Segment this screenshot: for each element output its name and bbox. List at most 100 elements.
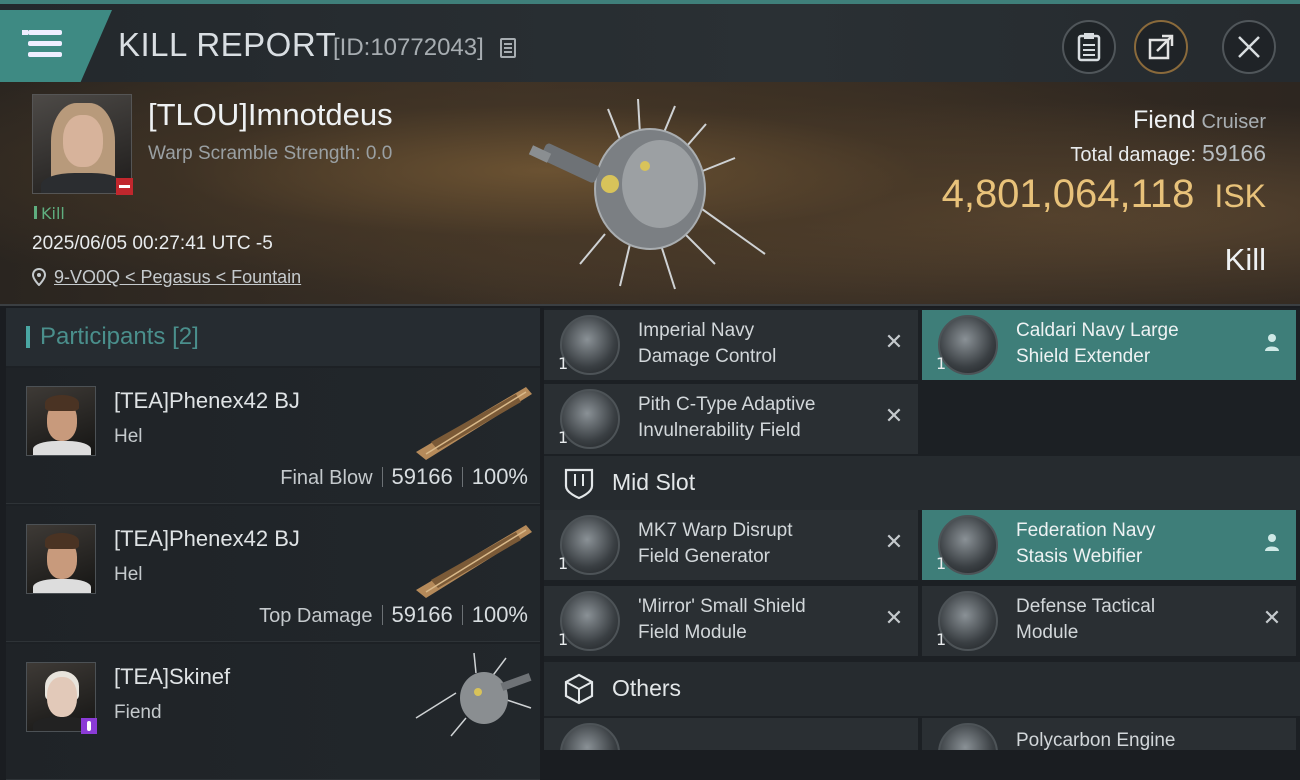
module-item[interactable]: 1 Pith C-Type Adaptive Invulnerability F…	[544, 384, 918, 454]
copy-icon[interactable]	[500, 38, 516, 58]
participant-ship: Hel	[114, 564, 143, 585]
module-item[interactable]: 1 MK7 Warp Disrupt Field Generator ✕	[544, 510, 918, 580]
module-icon	[560, 723, 620, 750]
victim-name[interactable]: [TLOU]Imnotdeus	[148, 97, 393, 133]
close-button[interactable]	[1222, 20, 1276, 74]
kill-location-link[interactable]: 9-VO0Q < Pegasus < Fountain	[54, 267, 301, 288]
destroyed-icon: ✕	[884, 329, 904, 355]
kill-result-label: Kill	[1224, 242, 1266, 277]
clipboard-icon	[1077, 33, 1101, 62]
victim-banner: [TLOU]Imnotdeus Warp Scramble Strength: …	[0, 82, 1300, 306]
participant-row[interactable]: [TEA]Phenex42 BJ Hel Top Damage 59166 100%	[6, 506, 540, 642]
module-name: Imperial Navy Damage Control	[638, 318, 878, 370]
module-item[interactable]: 1 Defense Tactical Module ✕	[922, 586, 1296, 656]
participant-ship-image	[415, 652, 532, 737]
module-quantity: 1	[936, 554, 947, 573]
portrait-face	[63, 115, 103, 167]
participant-ship-image	[416, 387, 532, 460]
menu-icon-bar	[28, 30, 62, 35]
menu-icon-bar	[28, 41, 62, 46]
menu-button[interactable]	[0, 10, 112, 82]
invulnerability-field-module-icon	[560, 389, 620, 449]
module-name-line1: Caldari Navy Large	[1016, 320, 1179, 341]
shield-extender-module-icon	[938, 315, 998, 375]
participant-stats: Top Damage 59166 100%	[259, 602, 528, 628]
isk-value: 4,801,064,118 ISK	[942, 172, 1266, 217]
ship-class: Cruiser	[1201, 111, 1266, 133]
menu-icon-bar	[28, 52, 62, 57]
section-others: Others	[544, 662, 1300, 716]
module-name: 'Mirror' Small Shield Field Module	[638, 594, 878, 646]
participant-name[interactable]: [TEA]Skinef	[114, 664, 230, 690]
module-name: Polycarbon Engine	[1016, 728, 1256, 750]
module-name: MK7 Warp Disrupt Field Generator	[638, 518, 878, 570]
kill-id: [ID:10772043]	[333, 34, 484, 61]
participants-title: Participants [2]	[40, 323, 199, 351]
total-damage: Total damage: 59166	[1070, 140, 1266, 167]
fitting-modules-panel: 1 Imperial Navy Damage Control ✕ 1 Calda…	[544, 308, 1300, 750]
avatar-body	[33, 579, 91, 593]
module-item[interactable]: 1 Federation Navy Stasis Webifier	[922, 510, 1296, 580]
module-name: Defense Tactical Module	[1016, 594, 1256, 646]
module-name-line1: Defense Tactical	[1016, 596, 1156, 617]
share-button[interactable]	[1134, 20, 1188, 74]
participant-damage: 59166	[391, 602, 453, 627]
module-item[interactable]: 1 'Mirror' Small Shield Field Module ✕	[544, 586, 918, 656]
participant-row[interactable]: [TEA]Phenex42 BJ Hel Final Blow 59166 100%	[6, 368, 540, 504]
module-name-line2: Field Generator	[638, 546, 771, 567]
module-quantity: 1	[936, 630, 947, 649]
close-icon	[1238, 36, 1260, 58]
destroyed-icon: ✕	[884, 403, 904, 429]
isk-unit: ISK	[1214, 178, 1266, 214]
avatar-face	[47, 677, 77, 717]
module-name-line2: Stasis Webifier	[1016, 546, 1143, 567]
module-name-line1: 'Mirror' Small Shield	[638, 596, 806, 617]
hostile-status-icon	[116, 178, 133, 195]
destroyed-icon: ✕	[1262, 605, 1282, 631]
participant-row[interactable]: [TEA]Skinef Fiend	[6, 644, 540, 780]
victim-ship-image	[528, 98, 766, 290]
cube-icon	[564, 673, 594, 705]
total-damage-label: Total damage:	[1070, 144, 1197, 166]
clipboard-button[interactable]	[1062, 20, 1116, 74]
damage-control-module-icon	[560, 315, 620, 375]
participant-damage: 59166	[391, 464, 453, 489]
divider	[461, 605, 463, 625]
destroyed-icon: ✕	[884, 529, 904, 555]
ship-name-text: Fiend	[1133, 106, 1196, 134]
participant-percent: 100%	[471, 464, 528, 489]
divider	[461, 467, 463, 487]
share-icon	[1148, 34, 1174, 60]
module-name: Caldari Navy Large Shield Extender	[1016, 318, 1256, 370]
portrait-shoulders	[41, 173, 125, 193]
divider	[381, 605, 383, 625]
section-label: Mid Slot	[612, 469, 696, 495]
module-item[interactable]: 1 Imperial Navy Damage Control ✕	[544, 310, 918, 380]
engine-module-icon	[938, 723, 998, 750]
female-gender-icon	[81, 718, 97, 734]
module-item[interactable]: 1 Caldari Navy Large Shield Extender	[922, 310, 1296, 380]
isk-amount: 4,801,064,118	[941, 172, 1195, 216]
kill-tag: Kill	[34, 204, 65, 223]
location-pin-icon	[32, 268, 46, 286]
module-item[interactable]: Polycarbon Engine	[922, 718, 1296, 750]
module-name-line2: Damage Control	[638, 346, 777, 367]
module-item[interactable]	[544, 718, 918, 750]
avatar-hair	[45, 395, 79, 411]
module-quantity: 1	[558, 354, 569, 373]
avatar[interactable]	[26, 386, 96, 456]
participant-name[interactable]: [TEA]Phenex42 BJ	[114, 388, 300, 414]
module-name: Pith C-Type Adaptive Invulnerability Fie…	[638, 392, 878, 444]
warp-disrupt-field-generator-icon	[560, 515, 620, 575]
avatar[interactable]	[26, 524, 96, 594]
module-name-line2: Field Module	[638, 622, 747, 643]
section-mid-slot: Mid Slot	[544, 456, 1300, 510]
participant-name[interactable]: [TEA]Phenex42 BJ	[114, 526, 300, 552]
module-quantity: 1	[558, 630, 569, 649]
victim-ship-name[interactable]: Fiend Cruiser	[1133, 106, 1266, 135]
participant-role: Final Blow	[280, 467, 373, 489]
warp-scramble-strength: Warp Scramble Strength: 0.0	[148, 143, 393, 164]
avatar-body	[33, 441, 91, 455]
module-name-line1: Polycarbon Engine	[1016, 730, 1176, 750]
module-name-line2: Module	[1016, 622, 1079, 643]
